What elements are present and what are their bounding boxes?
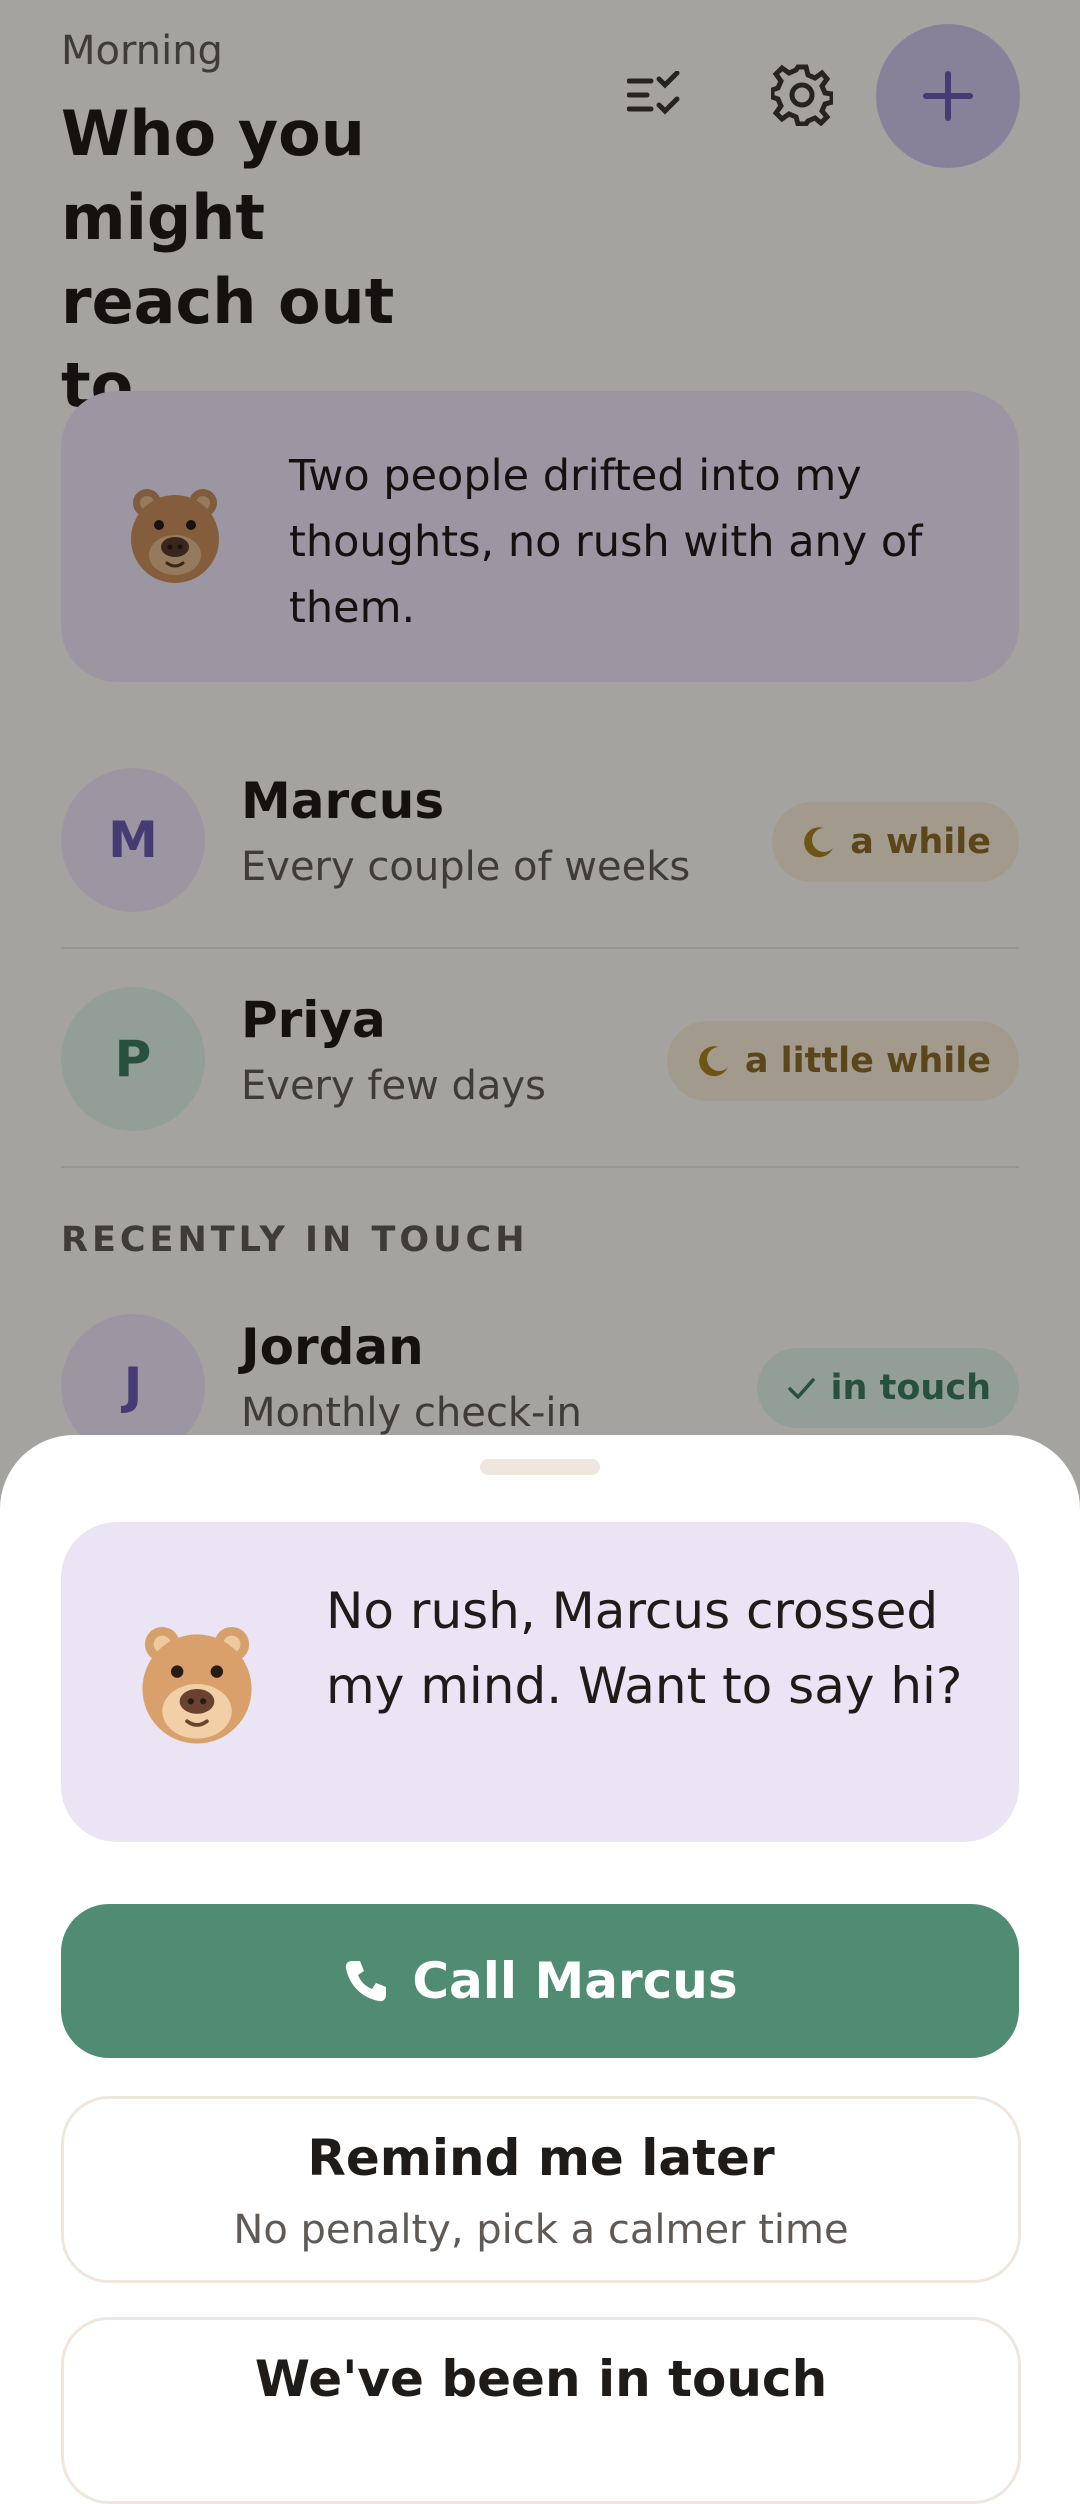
been-in-touch-button[interactable]: We've been in touch [61, 2317, 1021, 2504]
bear-icon [142, 1626, 252, 1744]
bottom-sheet: No rush, Marcus crossed my mind. Want to… [0, 1435, 1080, 2504]
been-in-touch-label: We've been in touch [254, 2350, 828, 2408]
sheet-message-card: No rush, Marcus crossed my mind. Want to… [61, 1522, 1019, 1842]
remind-later-button[interactable]: Remind me later No penalty, pick a calme… [61, 2096, 1021, 2283]
call-button-label: Call Marcus [412, 1952, 738, 2010]
remind-title: Remind me later [307, 2129, 775, 2187]
phone-icon [346, 1961, 387, 2002]
drag-handle[interactable] [480, 1459, 600, 1475]
remind-subtitle: No penalty, pick a calmer time [233, 2207, 849, 2253]
call-button[interactable]: Call Marcus [61, 1904, 1019, 2058]
sheet-message: No rush, Marcus crossed my mind. Want to… [326, 1582, 963, 1715]
